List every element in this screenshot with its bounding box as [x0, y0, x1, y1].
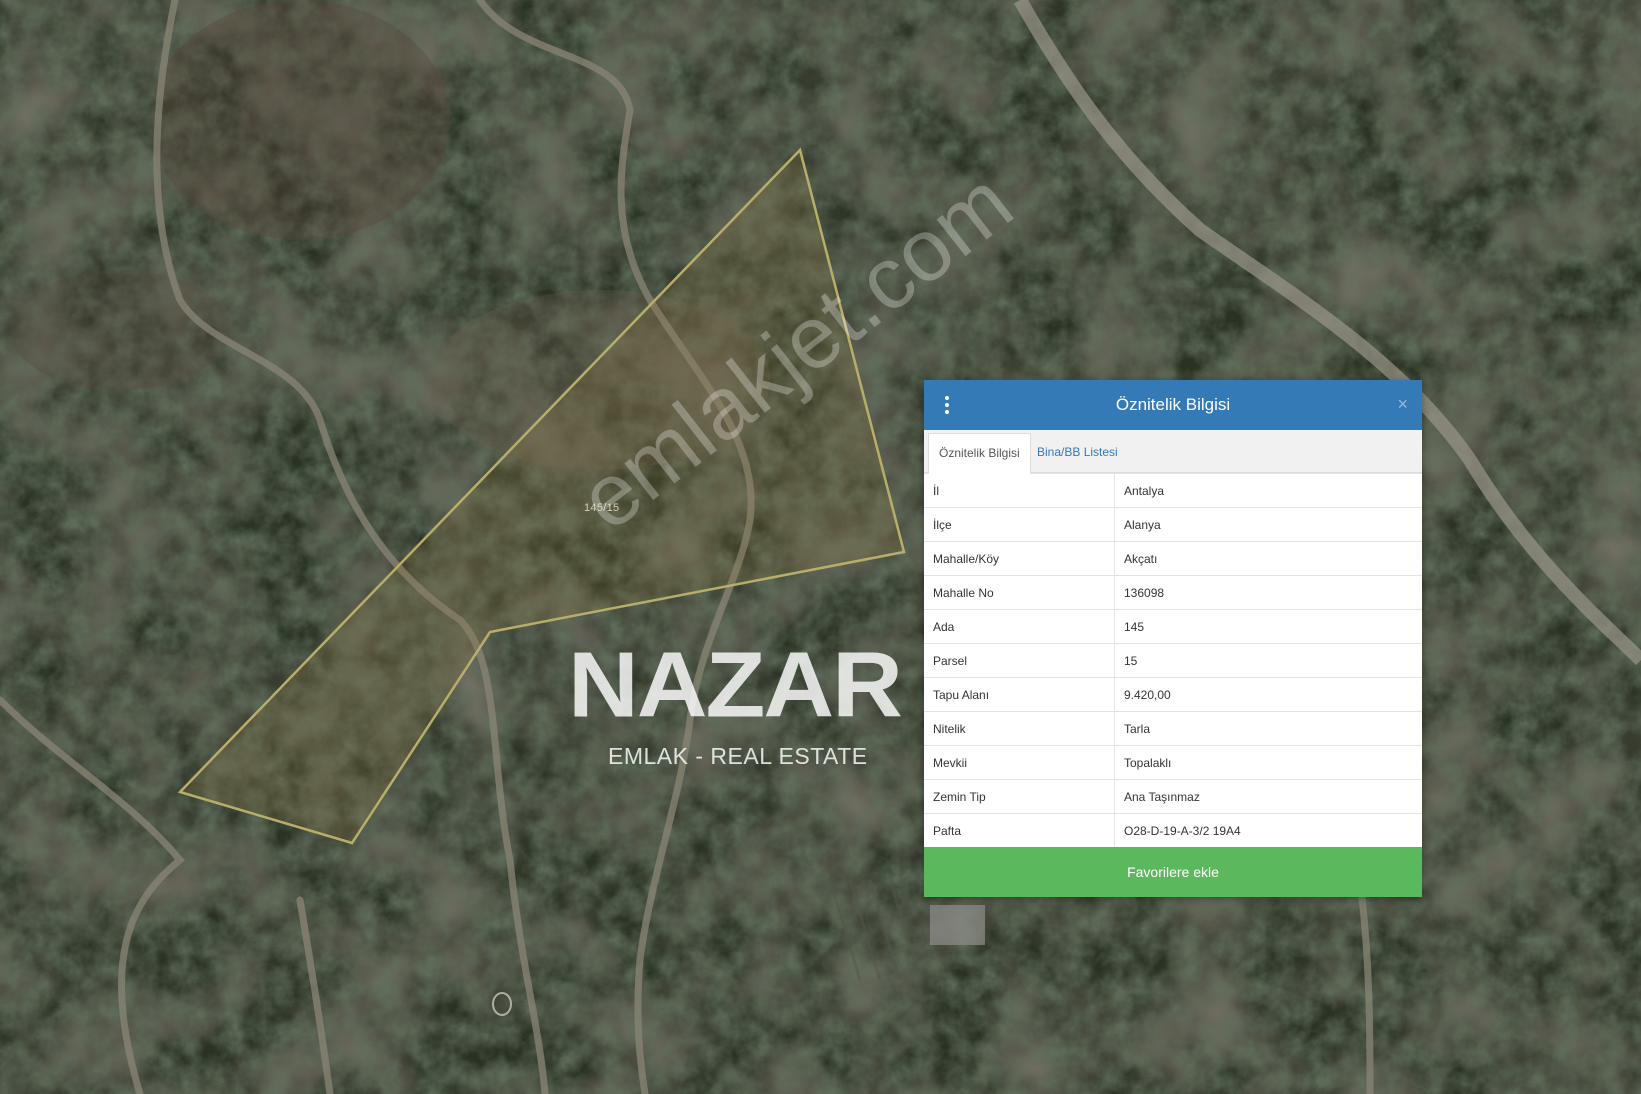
tab-building-list[interactable]: Bina/BB Listesi: [1027, 433, 1128, 472]
attribute-key: Pafta: [924, 813, 1115, 847]
attribute-value: Ana Taşınmaz: [1114, 779, 1422, 814]
attribute-key: Tapu Alanı: [924, 677, 1115, 712]
attribute-value: 9.420,00: [1114, 677, 1422, 712]
attribute-key: Parsel: [924, 643, 1115, 678]
table-row: Pafta O28-D-19-A-3/2 19A4: [924, 813, 1422, 847]
attribute-key: Mahalle/Köy: [924, 541, 1115, 576]
attribute-key: Zemin Tip: [924, 779, 1115, 814]
watermark-tagline: EMLAK - REAL ESTATE: [608, 743, 868, 769]
close-icon[interactable]: ×: [1397, 394, 1408, 414]
parcel-label: 145/15: [584, 502, 620, 514]
table-row: Parsel 15: [924, 643, 1422, 678]
panel-title: Öznitelik Bilgisi: [1115, 395, 1231, 414]
attribute-key: İl: [924, 473, 1115, 508]
attribute-value: Alanya: [1114, 507, 1422, 542]
attribute-key: İlçe: [924, 507, 1115, 542]
attribute-value: Akçatı: [1114, 541, 1422, 576]
watermark-logo: NAZAR EMLAK - REAL ESTATE: [568, 635, 908, 770]
tab-attribute-info[interactable]: Öznitelik Bilgisi: [928, 433, 1031, 474]
attribute-value: O28-D-19-A-3/2 19A4: [1114, 813, 1422, 847]
table-row: Mevkii Topalaklı: [924, 745, 1422, 780]
tab-bar: Öznitelik Bilgisi Bina/BB Listesi: [924, 430, 1422, 474]
attribute-panel: Öznitelik Bilgisi × Öznitelik Bilgisi Bi…: [924, 380, 1422, 897]
attribute-table: İl Antalya İlçe Alanya Mahalle/Köy Akçatı Maha…: [924, 473, 1422, 847]
table-row: İl Antalya: [924, 473, 1422, 508]
attribute-value: 136098: [1114, 575, 1422, 610]
building: [930, 905, 985, 945]
table-row: İlçe Alanya: [924, 507, 1422, 542]
add-to-favorites-button[interactable]: Favorilere ekle: [924, 847, 1422, 897]
watermark-brand: NAZAR: [568, 631, 903, 737]
table-row: Tapu Alanı 9.420,00: [924, 677, 1422, 712]
table-row: Zemin Tip Ana Taşınmaz: [924, 779, 1422, 814]
attribute-value: Tarla: [1114, 711, 1422, 746]
attribute-key: Ada: [924, 609, 1115, 644]
panel-header: Öznitelik Bilgisi ×: [924, 380, 1422, 430]
attribute-value: Topalaklı: [1114, 745, 1422, 780]
attribute-value: 15: [1114, 643, 1422, 678]
attribute-key: Mevkii: [924, 745, 1115, 780]
attribute-key: Mahalle No: [924, 575, 1115, 610]
table-row: Nitelik Tarla: [924, 711, 1422, 746]
attribute-value: 145: [1114, 609, 1422, 644]
table-row: Mahalle No 136098: [924, 575, 1422, 610]
table-row: Ada 145: [924, 609, 1422, 644]
attribute-value: Antalya: [1114, 473, 1422, 508]
attribute-key: Nitelik: [924, 711, 1115, 746]
table-row: Mahalle/Köy Akçatı: [924, 541, 1422, 576]
